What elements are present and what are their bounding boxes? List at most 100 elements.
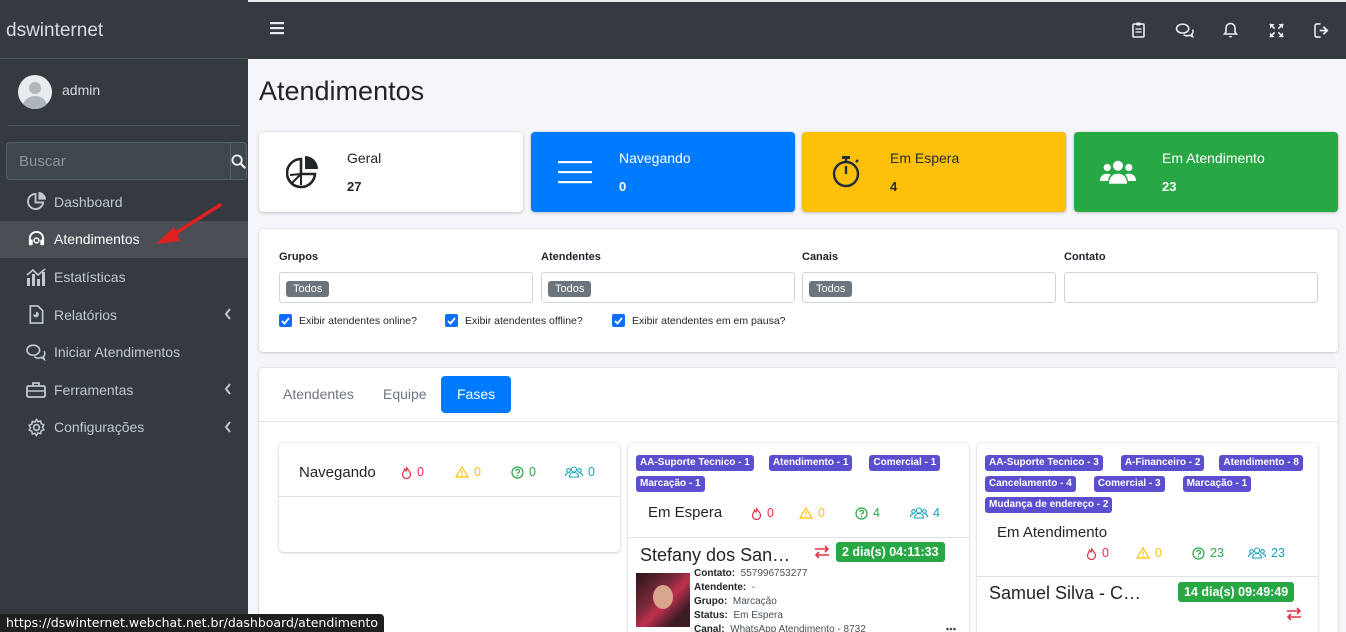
user-name[interactable]: admin — [62, 82, 100, 98]
stat-value: 23 — [1162, 179, 1177, 194]
stat-label: Em Espera — [890, 150, 960, 166]
column-title: Em Espera — [648, 504, 723, 521]
sidebar-item-label: Iniciar Atendimentos — [54, 344, 181, 361]
sidebar-item-relatorios[interactable]: Relatórios — [0, 296, 248, 334]
sidebar: dswinternet admin Dashboard Atendimentos… — [0, 0, 248, 632]
count-value: 0 — [474, 465, 481, 479]
more-options-icon[interactable] — [946, 627, 956, 631]
sidebar-item-estatisticas[interactable]: Estatísticas — [0, 258, 248, 296]
sidebar-item-label: Relatórios — [54, 306, 118, 323]
transfer-icon[interactable] — [1286, 607, 1302, 621]
contact-number: 557996753277 — [740, 568, 808, 579]
conversation-name[interactable]: Samuel Silva - C… — [989, 583, 1141, 604]
stat-card-em-atendimento[interactable]: Em Atendimento 23 — [1074, 132, 1338, 212]
contact-photo[interactable] — [636, 573, 690, 627]
count-value: 0 — [1102, 546, 1109, 560]
group-badge[interactable]: Comercial - 3 — [1093, 476, 1165, 492]
warning-icon — [1136, 547, 1150, 559]
group-badge[interactable]: AA-Suporte Tecnico - 1 — [636, 455, 754, 471]
divider — [279, 496, 620, 497]
filter-label: Atendentes — [541, 251, 601, 263]
users-icon — [1100, 154, 1136, 190]
chevron-left-icon — [224, 420, 231, 433]
fire-icon — [751, 507, 762, 520]
group-badge[interactable]: Atendimento - 8 — [1219, 455, 1303, 471]
stat-label: Em Atendimento — [1162, 150, 1265, 166]
brand-logo[interactable]: dswinternet — [0, 0, 248, 59]
sidebar-item-ferramentas[interactable]: Ferramentas — [0, 371, 248, 409]
group-badge[interactable]: Mudança de endereço - 2 — [985, 497, 1113, 513]
bell-icon[interactable] — [1220, 21, 1240, 39]
filter-label: Grupos — [279, 251, 319, 263]
contact-field[interactable] — [1064, 272, 1318, 303]
sign-out-icon[interactable] — [1312, 21, 1332, 39]
transfer-icon[interactable] — [814, 545, 830, 559]
chart-pie-icon — [285, 154, 321, 190]
checkbox-online[interactable]: Exibir atendentes online? — [279, 314, 417, 327]
selected-tag[interactable]: Todos — [286, 281, 330, 297]
agents-select[interactable]: Todos — [541, 272, 795, 303]
column-em-atendimento: AA-Suporte Tecnico - 3 A-Financeiro - 2 … — [977, 443, 1318, 632]
stopwatch-icon — [828, 154, 864, 190]
filter-contato: Contato — [1064, 251, 1318, 303]
annotation-arrow-icon — [156, 203, 222, 244]
group-badge[interactable]: Comercial - 1 — [869, 455, 941, 471]
tab-equipe[interactable]: Equipe — [367, 376, 443, 413]
sidebar-item-configuracoes[interactable]: Configurações — [0, 409, 248, 447]
tab-atendentes[interactable]: Atendentes — [267, 376, 370, 413]
search-input[interactable] — [6, 142, 230, 180]
tab-bar: Atendentes Equipe Fases — [259, 368, 1338, 422]
column-em-espera: AA-Suporte Tecnico - 1 Atendimento - 1 C… — [628, 443, 969, 632]
comments-icon[interactable] — [1174, 21, 1194, 39]
sidebar-item-label: Atendimentos — [54, 231, 140, 248]
stat-card-em-espera[interactable]: Em Espera 4 — [802, 132, 1066, 212]
sidebar-item-label: Configurações — [54, 419, 145, 436]
sidebar-item-label: Dashboard — [54, 193, 123, 210]
search-button[interactable] — [230, 142, 247, 180]
tab-fases[interactable]: Fases — [441, 376, 512, 413]
column-title: Navegando — [299, 464, 376, 481]
filter-grupos: Grupos Todos — [279, 251, 533, 303]
group-badge[interactable]: Marcação - 1 — [636, 476, 705, 492]
clipboard-icon[interactable] — [1128, 21, 1148, 39]
menu-icon[interactable] — [270, 21, 284, 35]
user-panel[interactable]: admin — [8, 59, 240, 126]
checkbox-checked-icon[interactable] — [612, 314, 625, 327]
sidebar-item-iniciar-atendimentos[interactable]: Iniciar Atendimentos — [0, 333, 248, 371]
chart-bar-icon — [26, 267, 46, 287]
avatar — [18, 75, 52, 109]
topbar — [248, 0, 1346, 59]
browser-status-url: https://dswinternet.webchat.net.br/dashb… — [0, 614, 385, 632]
group-badge[interactable]: Cancelamento - 4 — [985, 476, 1076, 492]
group-badge[interactable]: Atendimento - 1 — [768, 455, 853, 471]
count-value: 0 — [417, 465, 424, 479]
stat-card-geral[interactable]: Geral 27 — [259, 132, 523, 212]
stat-card-navegando[interactable]: Navegando 0 — [531, 132, 795, 212]
count-value: 23 — [1210, 546, 1224, 560]
checkbox-offline[interactable]: Exibir atendentes offline? — [445, 314, 583, 327]
users-icon — [1248, 547, 1266, 559]
filter-label: Contato — [1064, 251, 1106, 263]
chat-icon — [26, 342, 46, 362]
count-value: 23 — [1271, 546, 1285, 560]
checkbox-checked-icon[interactable] — [279, 314, 292, 327]
selected-tag[interactable]: Todos — [809, 281, 853, 297]
count-question: 4 — [855, 506, 910, 520]
checkbox-pause[interactable]: Exibir atendentes em em pausa? — [612, 314, 786, 327]
group-badge[interactable]: AA-Suporte Tecnico - 3 — [985, 455, 1103, 471]
column-counts: 0 0 23 23 — [1086, 546, 1285, 560]
checkbox-checked-icon[interactable] — [445, 314, 458, 327]
gear-icon — [26, 417, 46, 437]
stat-value: 27 — [347, 179, 362, 194]
group-badge[interactable]: A-Financeiro - 2 — [1120, 455, 1205, 471]
conversation-name[interactable]: Stefany dos San… — [640, 545, 790, 566]
group-badge[interactable]: Marcação - 1 — [1182, 476, 1252, 492]
expand-icon[interactable] — [1266, 21, 1286, 39]
selected-tag[interactable]: Todos — [548, 281, 592, 297]
phases-panel: Atendentes Equipe Fases Navegando 0 0 0 … — [259, 368, 1338, 632]
filter-atendentes: Atendentes Todos — [541, 251, 795, 303]
groups-select[interactable]: Todos — [279, 272, 533, 303]
sidebar-item-label: Ferramentas — [54, 381, 134, 398]
channels-select[interactable]: Todos — [802, 272, 1056, 303]
count-value: 4 — [873, 506, 880, 520]
